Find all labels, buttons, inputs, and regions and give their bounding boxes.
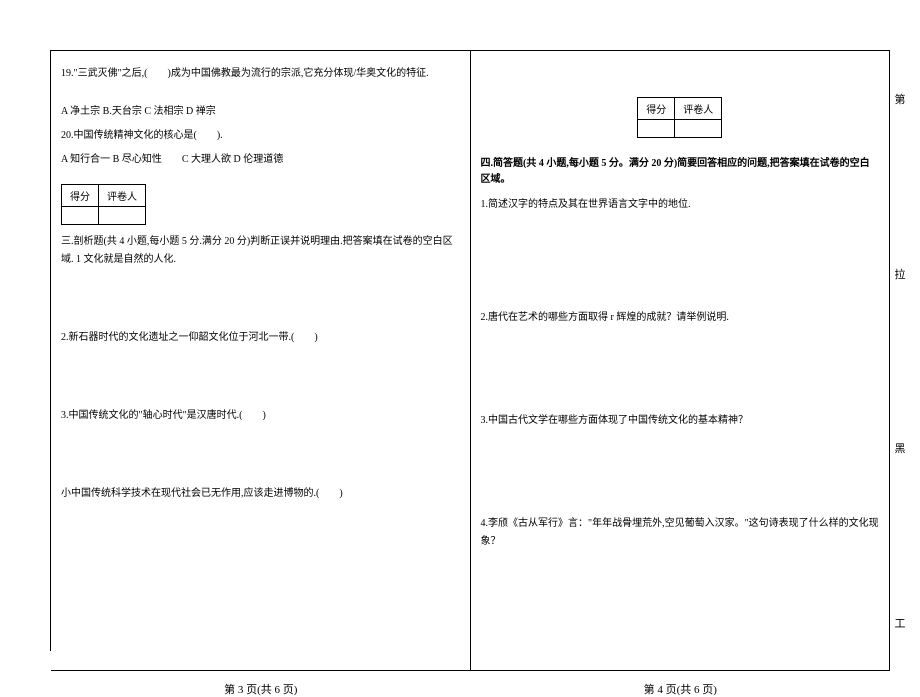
marker-2: 拉 — [895, 266, 906, 282]
section-3-header: 三.剖析题(共 4 小题,每小题 5 分.满分 20 分)判断正误并说明理由.把… — [61, 233, 460, 269]
score-table-left: 得分 评卷人 — [61, 184, 146, 225]
question-3-2: 2.新石器时代的文化遗址之一仰韶文化位于河北一带.( ) — [61, 329, 460, 347]
score-header-right-2: 评卷人 — [675, 98, 722, 120]
question-19-options: A 净土宗 B.天台宗 C 法相宗 D 禅宗 — [61, 103, 460, 121]
score-cell-left-2 — [99, 207, 146, 225]
score-header-right-1: 得分 — [638, 98, 675, 120]
question-20: 20.中国传统精神文化的核心是( ). — [61, 127, 460, 145]
side-markers: 第 拉 黑 工 — [891, 51, 909, 671]
left-page-number: 第 3 页(共 6 页) — [51, 681, 471, 697]
score-header-left-2: 评卷人 — [99, 185, 146, 207]
right-page: 得分 评卷人 四.简答题(共 4 小题,每小题 5 分。满分 20 分)简要回答… — [471, 51, 891, 670]
section-4-header: 四.简答题(共 4 小题,每小题 5 分。满分 20 分)简要回答相应的问题,把… — [481, 156, 880, 188]
question-4-4: 4.李颀《古从军行》言："年年战骨埋荒外,空见葡萄入汉家。"这句诗表现了什么样的… — [481, 515, 880, 551]
marker-1: 第 — [895, 91, 906, 107]
question-4-2: 2.唐代在艺术的哪些方面取得 r 辉煌的成就？请举例说明. — [481, 309, 880, 327]
page-footer: 第 3 页(共 6 页) 第 4 页(共 6 页) — [51, 681, 890, 697]
right-page-number: 第 4 页(共 6 页) — [471, 681, 891, 697]
question-4-1: 1.简述汉字的特点及其在世界语言文字中的地位. — [481, 196, 880, 214]
score-cell-left-1 — [62, 207, 99, 225]
score-table-right: 得分 评卷人 — [637, 97, 722, 138]
question-19: 19."三武灭佛"之后,( )成为中国佛教最为流行的宗派,它充分体现/华奥文化的… — [61, 65, 460, 83]
score-header-left-1: 得分 — [62, 185, 99, 207]
question-3-3: 3.中国传统文化的"轴心时代"是汉唐时代.( ) — [61, 407, 460, 425]
marker-3: 黑 — [895, 440, 906, 456]
score-cell-right-1 — [638, 120, 675, 138]
question-20-options: A 知行合一 B 尽心知性 C 大理人欲 D 伦理道德 — [61, 151, 460, 169]
question-4-3: 3.中国古代文学在哪些方面体现了中国传统文化的基本精神？ — [481, 412, 880, 430]
marker-4: 工 — [895, 615, 906, 631]
left-page: 19."三武灭佛"之后,( )成为中国佛教最为流行的宗派,它充分体现/华奥文化的… — [51, 51, 471, 670]
score-cell-right-2 — [675, 120, 722, 138]
question-3-4: 小中国传统科学技术在现代社会已无作用,应该走进博物的.( ) — [61, 485, 460, 503]
